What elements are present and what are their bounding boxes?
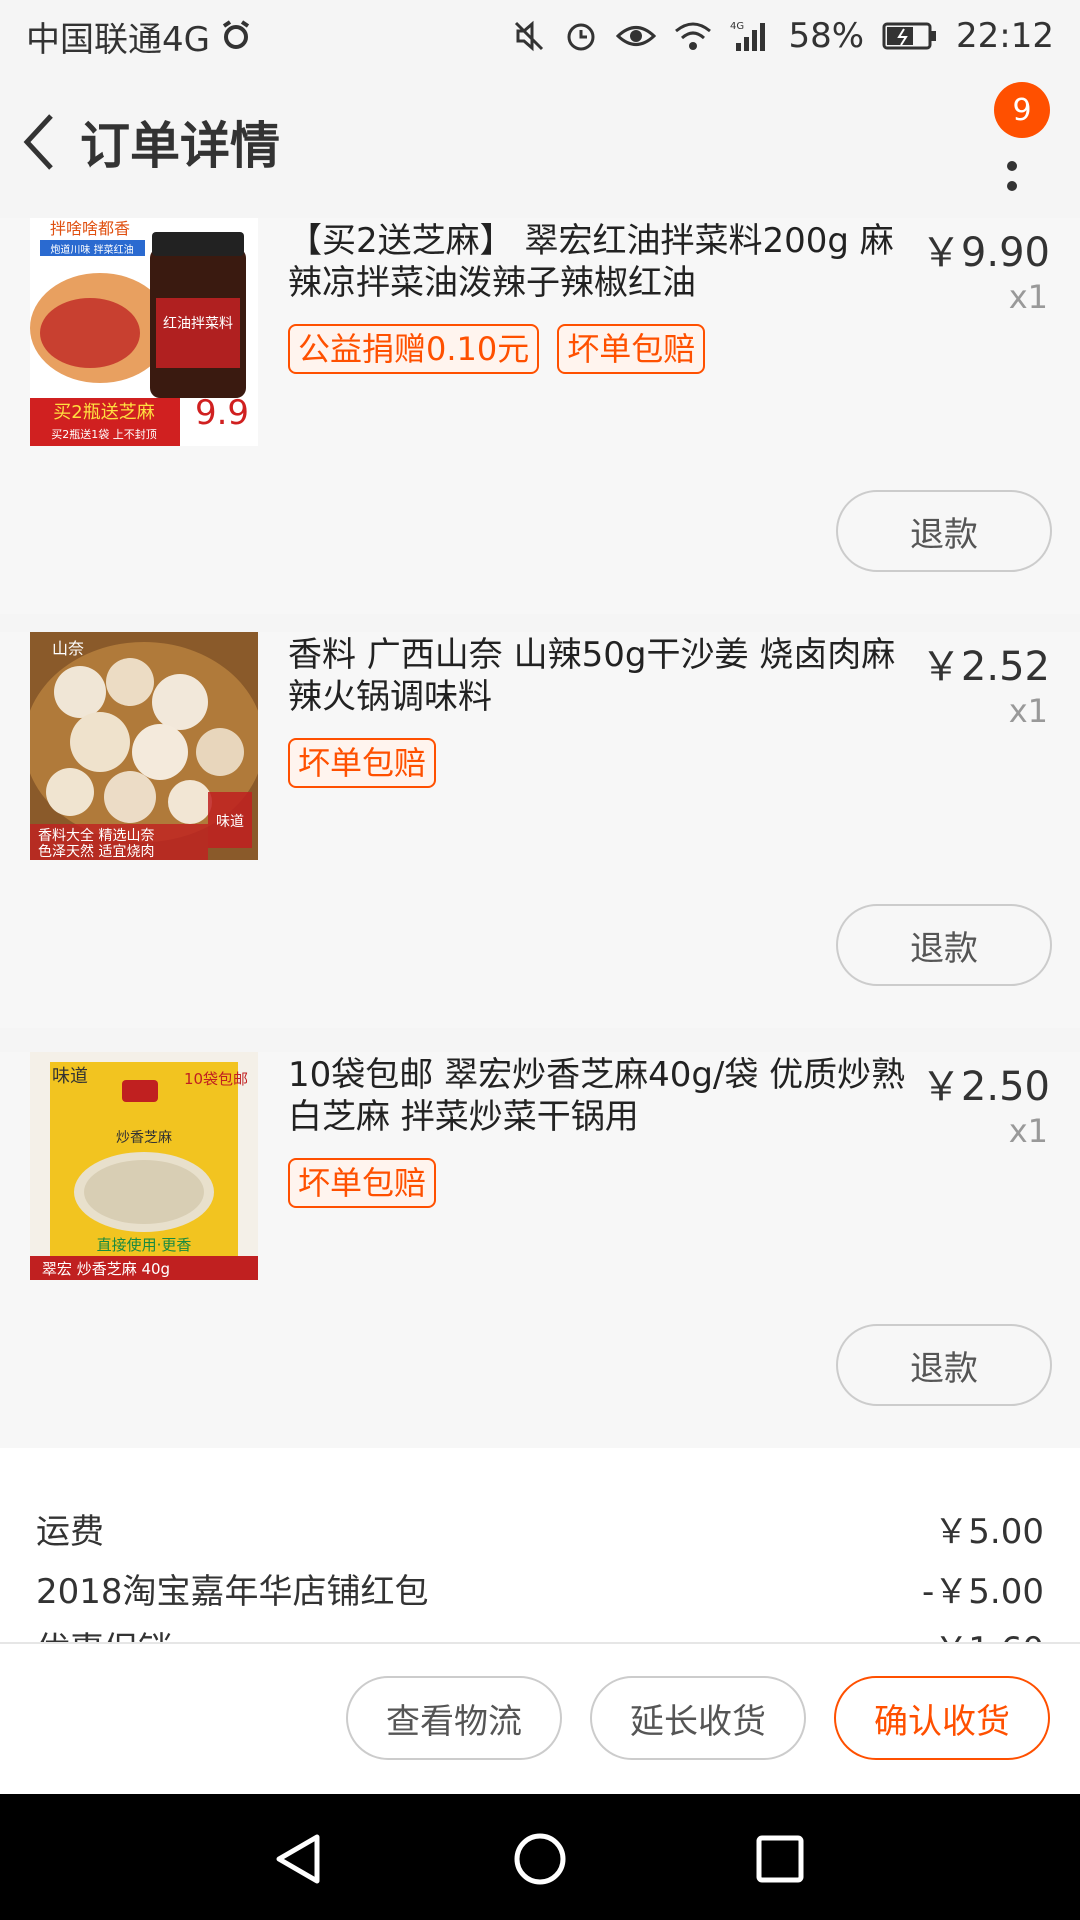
circle-home-icon bbox=[514, 1833, 566, 1885]
navigation-header: 订单详情 9 bbox=[0, 72, 1080, 212]
summary-value: ￥5.00 bbox=[934, 1512, 1044, 1552]
product-price: ￥9.90 bbox=[920, 230, 1050, 276]
back-button[interactable] bbox=[4, 72, 74, 212]
product-quantity: x1 bbox=[1008, 278, 1048, 316]
product-thumbnail[interactable]: 味道 10袋包邮 炒香芝麻 直接使用·更香 翠宏 炒香芝麻 40g bbox=[30, 1052, 258, 1280]
alarm-icon bbox=[222, 20, 250, 49]
nav-home-button[interactable] bbox=[505, 1824, 575, 1894]
signal-icon: 4G bbox=[730, 21, 766, 51]
system-navigation-bar bbox=[0, 1794, 1080, 1920]
order-summary: 运费 ￥5.00 2018淘宝嘉年华店铺红包 -￥5.00 优惠促销 ￥1.60 bbox=[0, 1448, 1080, 1644]
thumb-headline: 拌啥啥都香 bbox=[50, 219, 130, 238]
wifi-icon bbox=[675, 22, 712, 50]
discount-row: 优惠促销 ￥1.60 bbox=[36, 1622, 1044, 1644]
thumb-caption-1: 香料大全 精选山奈 bbox=[38, 827, 154, 844]
back-arrow-icon bbox=[23, 114, 53, 170]
battery-percent: 58% bbox=[788, 16, 865, 56]
mute-icon bbox=[515, 20, 544, 52]
damage-guarantee-tag[interactable]: 坏单包赔 bbox=[557, 324, 706, 374]
more-menu-button[interactable] bbox=[992, 136, 1032, 216]
page-title: 订单详情 bbox=[80, 117, 280, 175]
thumb-slogan: 直接使用·更香 bbox=[97, 1236, 192, 1254]
thumb-promo: 买2瓶送芝麻 bbox=[53, 402, 154, 423]
eye-icon bbox=[616, 26, 657, 46]
refund-button[interactable]: 退款 bbox=[836, 1324, 1052, 1406]
summary-value: ￥1.60 bbox=[934, 1622, 1044, 1644]
thumb-subline: 炮道川味 拌菜红油 bbox=[50, 243, 133, 256]
thumb-stamp: 味道 bbox=[216, 814, 244, 830]
square-recents-icon bbox=[756, 1835, 804, 1883]
red-packet-row: 2018淘宝嘉年华店铺红包 -￥5.00 bbox=[36, 1564, 1044, 1613]
carrier-text: 中国联通4G bbox=[26, 19, 210, 60]
clock-icon bbox=[567, 23, 595, 51]
jar-label: 红油拌菜料 bbox=[163, 316, 233, 332]
refund-button[interactable]: 退款 bbox=[836, 490, 1052, 572]
product-thumbnail[interactable]: 山奈 味道 香料大全 精选山奈 色泽天然 适宜烧肉 bbox=[30, 632, 258, 860]
thumb-bottom-caption: 翠宏 炒香芝麻 40g bbox=[42, 1260, 170, 1278]
order-action-bar: 查看物流 延长收货 确认收货 bbox=[0, 1642, 1080, 1794]
summary-label: 2018淘宝嘉年华店铺红包 bbox=[36, 1572, 429, 1612]
thumb-corner-label: 山奈 bbox=[52, 639, 84, 658]
refund-button[interactable]: 退款 bbox=[836, 904, 1052, 986]
extend-receipt-button[interactable]: 延长收货 bbox=[590, 1676, 806, 1760]
product-quantity: x1 bbox=[1008, 1112, 1048, 1150]
summary-label: 运费 bbox=[36, 1512, 104, 1552]
product-quantity: x1 bbox=[1008, 692, 1048, 730]
charity-tag[interactable]: 公益捐赠0.10元 bbox=[288, 324, 540, 374]
order-item[interactable]: 红油拌菜料 拌啥啥都香 炮道川味 拌菜红油 买2瓶送芝麻 买2瓶送1袋 上不封顶… bbox=[0, 218, 1080, 614]
thumb-price: 9.9 bbox=[195, 393, 249, 433]
nav-back-button[interactable] bbox=[264, 1824, 334, 1894]
damage-guarantee-tag[interactable]: 坏单包赔 bbox=[288, 738, 437, 788]
product-title[interactable]: 10袋包邮 翠宏炒香芝麻40g/袋 优质炒熟白芝麻 拌菜炒菜干锅用 bbox=[288, 1054, 920, 1138]
summary-label: 优惠促销 bbox=[36, 1622, 172, 1644]
view-logistics-button[interactable]: 查看物流 bbox=[346, 1676, 562, 1760]
clock-time: 22:12 bbox=[956, 16, 1054, 56]
thumb-brand: 味道 bbox=[52, 1066, 88, 1087]
status-bar: 中国联通4G 4G 58% 22:12 bbox=[0, 0, 1080, 72]
nav-recents-button[interactable] bbox=[745, 1824, 815, 1894]
damage-guarantee-tag[interactable]: 坏单包赔 bbox=[288, 1158, 437, 1208]
summary-value: -￥5.00 bbox=[922, 1572, 1044, 1612]
battery-icon bbox=[882, 22, 937, 50]
product-price: ￥2.52 bbox=[920, 644, 1050, 690]
order-item[interactable]: 山奈 味道 香料大全 精选山奈 色泽天然 适宜烧肉 香料 广西山奈 山辣50g干… bbox=[0, 632, 1080, 1028]
product-thumbnail[interactable]: 红油拌菜料 拌啥啥都香 炮道川味 拌菜红油 买2瓶送芝麻 买2瓶送1袋 上不封顶… bbox=[30, 218, 258, 446]
message-badge[interactable]: 9 bbox=[994, 82, 1050, 138]
more-dot-icon bbox=[1007, 181, 1017, 191]
more-dot-icon bbox=[1007, 161, 1017, 171]
product-price: ￥2.50 bbox=[920, 1064, 1050, 1110]
shipping-fee-row: 运费 ￥5.00 bbox=[36, 1504, 1044, 1553]
thumb-promo: 10袋包邮 bbox=[184, 1070, 248, 1088]
product-title[interactable]: 【买2送芝麻】 翠宏红油拌菜料200g 麻辣凉拌菜油泼辣子辣椒红油 bbox=[288, 220, 920, 304]
svg-text:4G: 4G bbox=[730, 21, 744, 32]
order-item[interactable]: 味道 10袋包邮 炒香芝麻 直接使用·更香 翠宏 炒香芝麻 40g 10袋包邮 … bbox=[0, 1052, 1080, 1448]
confirm-receipt-button[interactable]: 确认收货 bbox=[834, 1676, 1050, 1760]
thumb-promo-sub: 买2瓶送1袋 上不封顶 bbox=[51, 427, 157, 441]
thumb-caption-2: 色泽天然 适宜烧肉 bbox=[38, 843, 154, 860]
product-title[interactable]: 香料 广西山奈 山辣50g干沙姜 烧卤肉麻辣火锅调味料 bbox=[288, 634, 920, 718]
thumb-pack-name: 炒香芝麻 bbox=[116, 1130, 172, 1146]
triangle-back-icon bbox=[276, 1834, 320, 1884]
